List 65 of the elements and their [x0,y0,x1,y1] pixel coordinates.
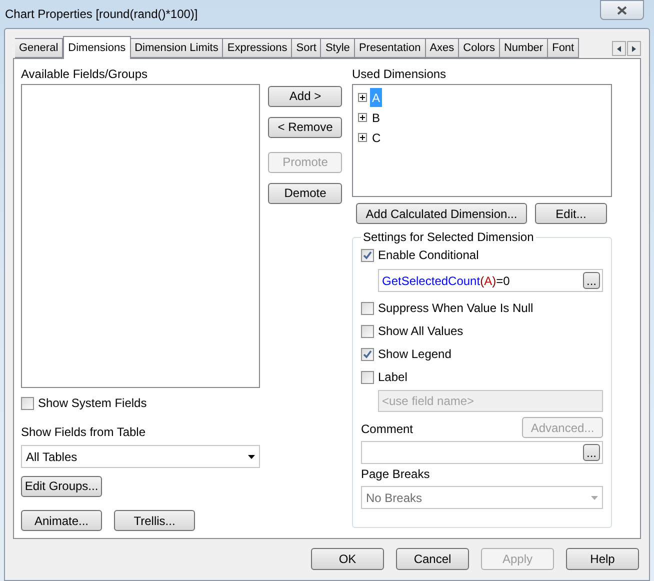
button[interactable]: Animate... [21,510,102,531]
checkbox-label: Suppress When Value Is Null [378,300,534,317]
button[interactable]: Edit... [535,203,607,224]
checkbox[interactable] [361,324,374,338]
used-dimensions-tree[interactable]: A B C [352,84,612,197]
checkbox-label: Enable Conditional [378,247,479,264]
available-fields-list[interactable] [21,84,260,388]
button[interactable]: Help [566,548,639,570]
checkbox[interactable] [361,248,374,262]
tab[interactable]: Colors [459,38,500,58]
checkbox-label: Show Legend [378,346,452,363]
tab[interactable]: Number [500,38,548,58]
tab[interactable]: Dimensions [63,36,131,59]
checkmark-icon [363,350,372,358]
tree-item[interactable]: B [370,108,382,126]
dropdown-arrow-icon [248,454,256,458]
tree-item[interactable]: C [370,128,383,146]
group-title: Settings for Selected Dimension [362,229,535,246]
button[interactable]: Cancel [396,548,469,570]
button[interactable]: < Remove [268,116,342,138]
tab[interactable]: Axes [426,38,460,58]
tab[interactable]: Dimension Limits [130,38,224,58]
page-breaks-dropdown[interactable]: No Breaks [361,486,603,509]
button[interactable]: Edit Groups... [21,476,102,496]
browse-button[interactable]: ... [583,444,600,461]
field-label: Show Fields from Table [21,424,146,441]
tab[interactable]: Expressions [223,38,292,58]
section-label: Used Dimensions [352,66,448,79]
close-button[interactable] [600,0,644,20]
expand-icon[interactable] [358,133,367,142]
section-label: Available Fields/Groups [21,66,149,79]
right-arrow-icon [632,46,636,52]
condition-expression: GetSelectedCount(A)=0 [382,272,510,290]
button[interactable]: Add Calculated Dimension... [356,203,527,224]
comment-field[interactable]: ... [361,441,603,464]
button[interactable]: Trellis... [114,510,195,531]
tab-scroll-left-button[interactable] [612,41,626,56]
condition-field[interactable]: GetSelectedCount(A)=0 ... [378,269,603,292]
tab-scroll-right-button[interactable] [627,41,641,56]
tab[interactable]: Presentation [354,38,426,58]
button[interactable]: OK [311,548,384,570]
checkmark-icon [363,250,372,260]
tab[interactable]: Style [321,38,355,58]
left-arrow-icon [617,46,621,52]
expand-icon[interactable] [358,93,367,102]
checkbox-label: Show All Values [378,323,464,340]
dropdown-arrow-icon [591,496,598,500]
expand-icon[interactable] [358,113,367,122]
button[interactable]: Demote [268,182,342,204]
checkbox[interactable] [361,302,374,314]
checkbox-label: Label [378,369,408,386]
field-label: Page Breaks [361,466,431,483]
window-title: Chart Properties [round(rand()*100)] [5,6,198,23]
table-dropdown[interactable]: All Tables [21,445,260,468]
tab[interactable]: Font [548,38,580,58]
checkbox-label: Show System Fields [38,395,147,412]
checkbox[interactable] [361,348,374,360]
button[interactable]: Add > [268,86,342,106]
checkbox[interactable] [361,370,374,384]
field-label: Comment [361,421,414,438]
tab[interactable]: General [15,38,64,58]
close-icon [617,6,627,14]
checkbox[interactable] [21,396,34,410]
tab[interactable]: Sort [292,38,322,58]
browse-button[interactable]: ... [583,272,600,289]
